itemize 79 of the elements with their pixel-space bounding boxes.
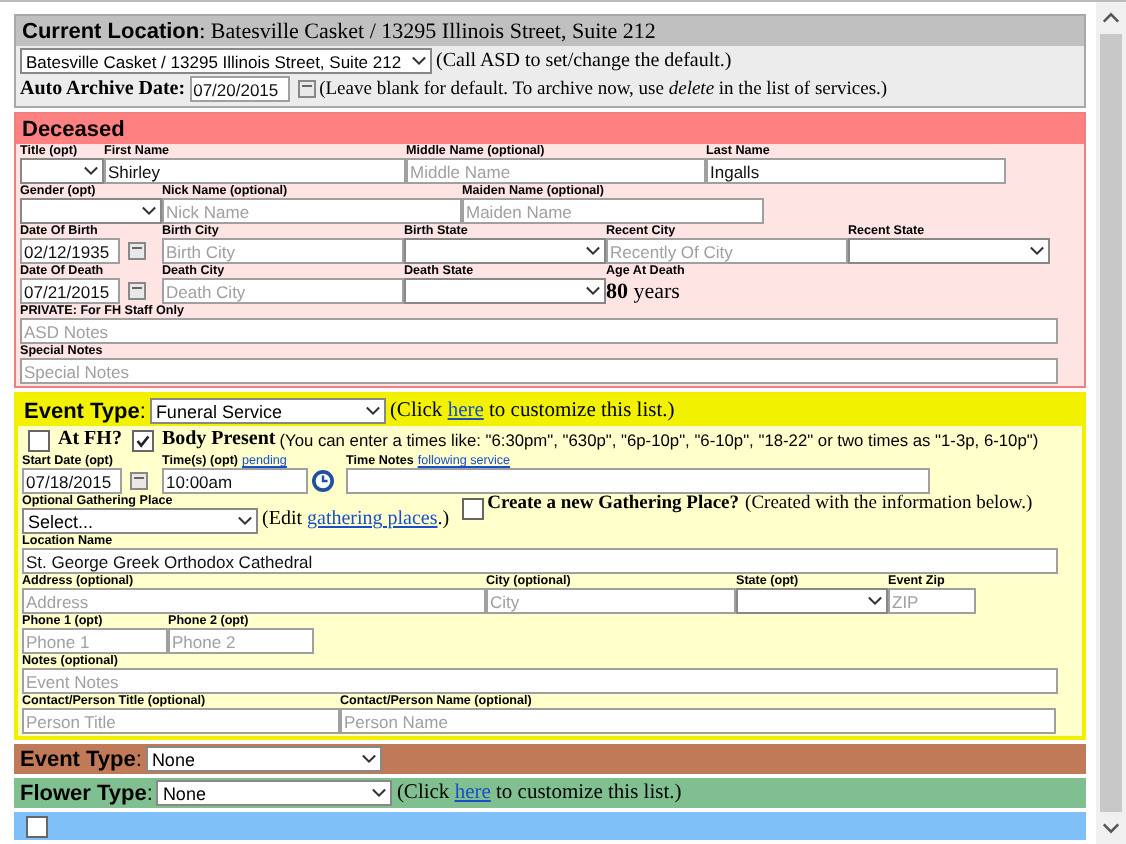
caret-icon — [238, 516, 252, 526]
event-type-dropdown[interactable]: Funeral Service — [149, 398, 386, 424]
text-field[interactable]: St. George Greek Orthodox Cathedral — [22, 548, 1058, 574]
scroll-down-icon[interactable] — [1102, 822, 1120, 834]
flower-type-dropdown[interactable]: None — [156, 780, 393, 806]
calendar-icon[interactable] — [128, 282, 146, 300]
text-field[interactable]: Shirley — [104, 158, 406, 184]
clock-icon[interactable] — [312, 470, 334, 492]
edit-gathering-note: (Edit gathering places.) — [262, 506, 450, 534]
create-place-note: (Created with the information below.) — [745, 494, 1033, 514]
text-field[interactable]: City — [486, 588, 736, 614]
gathering-places-link[interactable]: gathering places — [307, 508, 438, 530]
flower-type-label: Flower Type: — [20, 781, 153, 805]
current-location: Current Location: Batesville Casket / 13295 Illinois Street, Suite 212 — [22, 19, 656, 43]
text-field[interactable]: Special Notes — [20, 358, 1058, 384]
section-title: Deceased — [22, 117, 125, 141]
customize-note: (Click here to customize this list.) — [389, 400, 675, 422]
caret-icon — [412, 56, 426, 66]
dropdown[interactable] — [736, 588, 888, 614]
archive-date-field[interactable]: 07/20/2015 — [189, 76, 290, 102]
date-field[interactable]: 07/18/2015 — [22, 468, 122, 494]
body-present-label: Body Present — [161, 428, 276, 452]
dropdown[interactable] — [404, 238, 606, 264]
customize-note: (Click here to customize this list.) — [396, 782, 682, 804]
times-hint: (You can enter a times like: "6:30pm", "630p", "6p-10p", "6-10p", "18-22" or two times as "1-3p, 6-10p") — [279, 428, 1039, 452]
caret-icon — [365, 406, 380, 416]
text-field[interactable]: ASD Notes — [20, 318, 1058, 344]
scroll-up-icon[interactable] — [1102, 12, 1120, 24]
at-fh-label: At FH? — [58, 428, 122, 452]
text-field[interactable]: Maiden Name — [462, 198, 764, 224]
caret-icon — [1030, 246, 1044, 256]
location-dropdown[interactable]: Batesville Casket / 13295 Illinois Street, Suite 212 — [20, 48, 432, 74]
calendar-icon[interactable] — [128, 242, 146, 260]
at-fh-checkbox[interactable] — [28, 429, 50, 451]
gathering-place-dropdown[interactable]: Select... — [22, 508, 258, 534]
text-field[interactable]: Death City — [162, 278, 404, 304]
time-field[interactable]: 10:00am — [162, 468, 308, 494]
archive-note: (Leave blank for default. To archive now, use delete in the list of services.) — [319, 77, 888, 101]
caret-icon — [84, 166, 98, 176]
text-field[interactable] — [346, 468, 930, 494]
dropdown[interactable] — [848, 238, 1050, 264]
dropdown[interactable] — [404, 278, 606, 304]
text-field[interactable]: ZIP — [888, 588, 976, 614]
caret-icon — [586, 286, 600, 296]
date-field[interactable]: 07/21/2015 — [20, 278, 120, 304]
event-type-label: Event Type: — [24, 399, 146, 423]
text-field[interactable]: Birth City — [162, 238, 404, 264]
customize-link[interactable]: here — [447, 400, 484, 422]
text-field[interactable]: Recently Of City — [606, 238, 848, 264]
text-field[interactable]: Ingalls — [706, 158, 1006, 184]
caret-icon — [868, 596, 882, 606]
text-field[interactable]: Phone 2 — [168, 628, 314, 654]
caret-icon — [586, 246, 600, 256]
caret-icon — [372, 788, 387, 798]
text-field[interactable]: Person Name — [340, 708, 1056, 734]
text-field[interactable]: Middle Name — [406, 158, 706, 184]
text-field[interactable]: Address — [22, 588, 486, 614]
event-type-dropdown[interactable]: None — [145, 746, 382, 772]
dropdown[interactable] — [20, 158, 104, 184]
event-type-label: Event Type: — [20, 747, 142, 771]
date-field[interactable]: 02/12/1935 — [20, 238, 120, 264]
caret-icon — [142, 206, 156, 216]
age-value: 80 years — [606, 277, 680, 305]
scrollbar[interactable] — [1096, 2, 1126, 844]
calendar-icon[interactable] — [297, 80, 316, 98]
dropdown[interactable] — [20, 198, 162, 224]
scrollbar-thumb[interactable] — [1100, 34, 1122, 812]
calendar-icon[interactable] — [130, 472, 148, 490]
text-field[interactable]: Nick Name — [162, 198, 462, 224]
text-field[interactable]: Person Title — [22, 708, 340, 734]
text-field[interactable]: Event Notes — [22, 668, 1058, 694]
caret-icon — [361, 754, 376, 764]
archive-label: Auto Archive Date: — [20, 77, 186, 101]
create-place-checkbox[interactable] — [461, 498, 484, 520]
body-present-checkbox[interactable] — [131, 429, 154, 451]
checkbox[interactable] — [26, 816, 48, 838]
location-note: (Call ASD to set/change the default.) — [436, 49, 732, 73]
create-place-label: Create a new Gathering Place? — [487, 494, 740, 514]
text-field[interactable]: Phone 1 — [22, 628, 168, 654]
